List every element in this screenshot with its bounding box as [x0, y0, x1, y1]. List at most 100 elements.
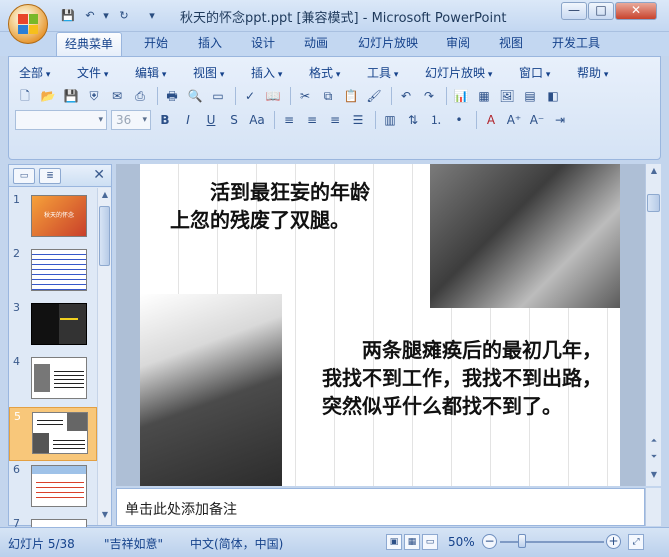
picture-icon[interactable]: 🖼: [497, 86, 517, 106]
save-icon[interactable]: 💾: [61, 86, 81, 106]
paste-icon[interactable]: 📋: [341, 86, 361, 106]
restore-button[interactable]: □: [588, 2, 614, 20]
tab-view[interactable]: 视图: [491, 32, 531, 56]
notes-scrollbar[interactable]: [645, 488, 661, 526]
tab-developer[interactable]: 开发工具: [544, 32, 608, 56]
columns-icon[interactable]: ▥: [380, 110, 400, 130]
zoom-out-icon[interactable]: −: [482, 534, 497, 549]
menu-window[interactable]: 窗口: [519, 64, 550, 81]
slide-text-box-2[interactable]: 两条腿瘫痪后的最初几年，我找不到工作，我找不到出路，突然似乎什么都找不到了。: [322, 336, 612, 420]
current-slide[interactable]: 活到最狂妄的年龄上忽的残废了双腿。 两条腿瘫痪后的最初几年，我找不到工作，我找不…: [140, 164, 620, 486]
zoom-slider-track[interactable]: [500, 541, 604, 543]
shadow-icon[interactable]: S: [224, 110, 244, 130]
save-icon[interactable]: 💾: [60, 8, 76, 24]
previous-slide-icon[interactable]: ⏶: [648, 436, 660, 448]
slide-scrollbar[interactable]: ▲ ⏶ ⏷ ▼: [645, 164, 661, 486]
new-icon[interactable]: 🗋: [15, 86, 35, 106]
scroll-down-icon[interactable]: ▼: [99, 510, 111, 522]
scroll-up-icon[interactable]: ▲: [99, 190, 111, 202]
menu-edit[interactable]: 编辑: [135, 64, 166, 81]
scroll-down-icon[interactable]: ▼: [648, 470, 660, 482]
tab-home[interactable]: 开始: [136, 32, 176, 56]
menu-slideshow[interactable]: 幻灯片放映: [425, 64, 492, 81]
fit-to-window-icon[interactable]: ⤢: [628, 534, 644, 550]
font-size-combo[interactable]: 36 ▾: [111, 110, 151, 130]
color-grayscale-icon[interactable]: ◧: [543, 86, 563, 106]
align-left-icon[interactable]: ≡: [279, 110, 299, 130]
close-button[interactable]: ✕: [615, 2, 657, 20]
slide-thumbnail-3[interactable]: 3: [9, 299, 97, 353]
scrollbar-thumb[interactable]: [647, 194, 660, 212]
format-painter-icon[interactable]: 🖌: [364, 86, 384, 106]
numbering-icon[interactable]: ⒈: [426, 110, 446, 130]
tab-design[interactable]: 设计: [243, 32, 283, 56]
wheelchair-photo[interactable]: [430, 164, 620, 308]
email-icon[interactable]: ✉: [107, 86, 127, 106]
menu-view[interactable]: 视图: [193, 64, 224, 81]
slide-thumbnail-1[interactable]: 1 秋天的怀念: [9, 191, 97, 245]
scroll-up-icon[interactable]: ▲: [648, 166, 660, 178]
menu-help[interactable]: 帮助: [577, 64, 608, 81]
tab-insert[interactable]: 插入: [190, 32, 230, 56]
tab-animation[interactable]: 动画: [296, 32, 336, 56]
shrink-font-icon[interactable]: A⁻: [527, 110, 547, 130]
chart-icon[interactable]: 📊: [451, 86, 471, 106]
close-icon[interactable]: ✕: [93, 167, 105, 183]
slide-sorter-icon[interactable]: ▦: [404, 534, 420, 550]
text-direction-icon[interactable]: ⇅: [403, 110, 423, 130]
scrollbar-thumb[interactable]: [99, 206, 110, 266]
zoom-slider-knob[interactable]: [518, 534, 526, 548]
italic-icon[interactable]: I: [178, 110, 198, 130]
undo-icon[interactable]: ↶: [82, 8, 98, 24]
align-center-icon[interactable]: ≡: [302, 110, 322, 130]
undo-dropdown-icon[interactable]: ▾: [98, 8, 114, 24]
slide-thumbnail-6[interactable]: 6: [9, 461, 97, 515]
tab-slideshow[interactable]: 幻灯片放映: [350, 32, 426, 56]
bullets-icon[interactable]: •: [449, 110, 469, 130]
permission-icon[interactable]: ⛨: [84, 86, 104, 106]
print-icon[interactable]: ⎙: [130, 86, 150, 106]
menu-tools[interactable]: 工具: [367, 64, 398, 81]
undo-icon[interactable]: ↶: [396, 86, 416, 106]
print-preview-icon[interactable]: 🖶: [162, 86, 182, 106]
menu-file[interactable]: 文件: [77, 64, 108, 81]
menu-format[interactable]: 格式: [309, 64, 340, 81]
language[interactable]: 中文(简体，中国): [190, 535, 283, 552]
font-color-icon[interactable]: A: [481, 110, 501, 130]
slideshow-view-icon[interactable]: ▭: [422, 534, 438, 550]
customize-toolbar-icon[interactable]: ▾: [144, 8, 160, 24]
tab-review[interactable]: 审阅: [438, 32, 478, 56]
copy-icon[interactable]: ⧉: [318, 86, 338, 106]
tab-classic-menu[interactable]: 经典菜单: [56, 32, 123, 56]
zoom-level[interactable]: 50%: [448, 535, 475, 549]
grow-font-icon[interactable]: A⁺: [504, 110, 524, 130]
underline-icon[interactable]: U: [201, 110, 221, 130]
bold-icon[interactable]: B: [155, 110, 175, 130]
slide-thumbnail-2[interactable]: 2: [9, 245, 97, 299]
open-icon[interactable]: 📂: [38, 86, 58, 106]
slides-scrollbar[interactable]: ▲ ▼: [97, 188, 111, 525]
next-slide-icon[interactable]: ⏷: [648, 452, 660, 464]
minimize-button[interactable]: —: [561, 2, 587, 20]
notes-pane[interactable]: 单击此处添加备注: [116, 488, 645, 526]
outline-tab-icon[interactable]: ≣: [39, 168, 61, 184]
zoom-preview-icon[interactable]: 🔍: [185, 86, 205, 106]
normal-view-icon[interactable]: ▣: [386, 534, 402, 550]
align-right-icon[interactable]: ≡: [325, 110, 345, 130]
redo-icon[interactable]: ↻: [116, 8, 132, 24]
menu-insert[interactable]: 插入: [251, 64, 282, 81]
spelling-icon[interactable]: ✓: [240, 86, 260, 106]
grid-icon[interactable]: ▤: [520, 86, 540, 106]
justify-icon[interactable]: ☰: [348, 110, 368, 130]
table-icon[interactable]: ▦: [474, 86, 494, 106]
cut-icon[interactable]: ✂: [295, 86, 315, 106]
window-icon[interactable]: ▭: [208, 86, 228, 106]
portrait-photo[interactable]: [140, 294, 282, 486]
font-name-combo[interactable]: ▾: [15, 110, 107, 130]
change-case-icon[interactable]: Aa: [247, 110, 267, 130]
slide-text-box-1[interactable]: 活到最狂妄的年龄上忽的残废了双腿。: [170, 178, 380, 234]
slide-thumbnail-7[interactable]: 7: [9, 515, 97, 527]
office-button[interactable]: [8, 4, 48, 44]
menu-all[interactable]: 全部: [19, 64, 50, 81]
indent-icon[interactable]: ⇥: [550, 110, 570, 130]
